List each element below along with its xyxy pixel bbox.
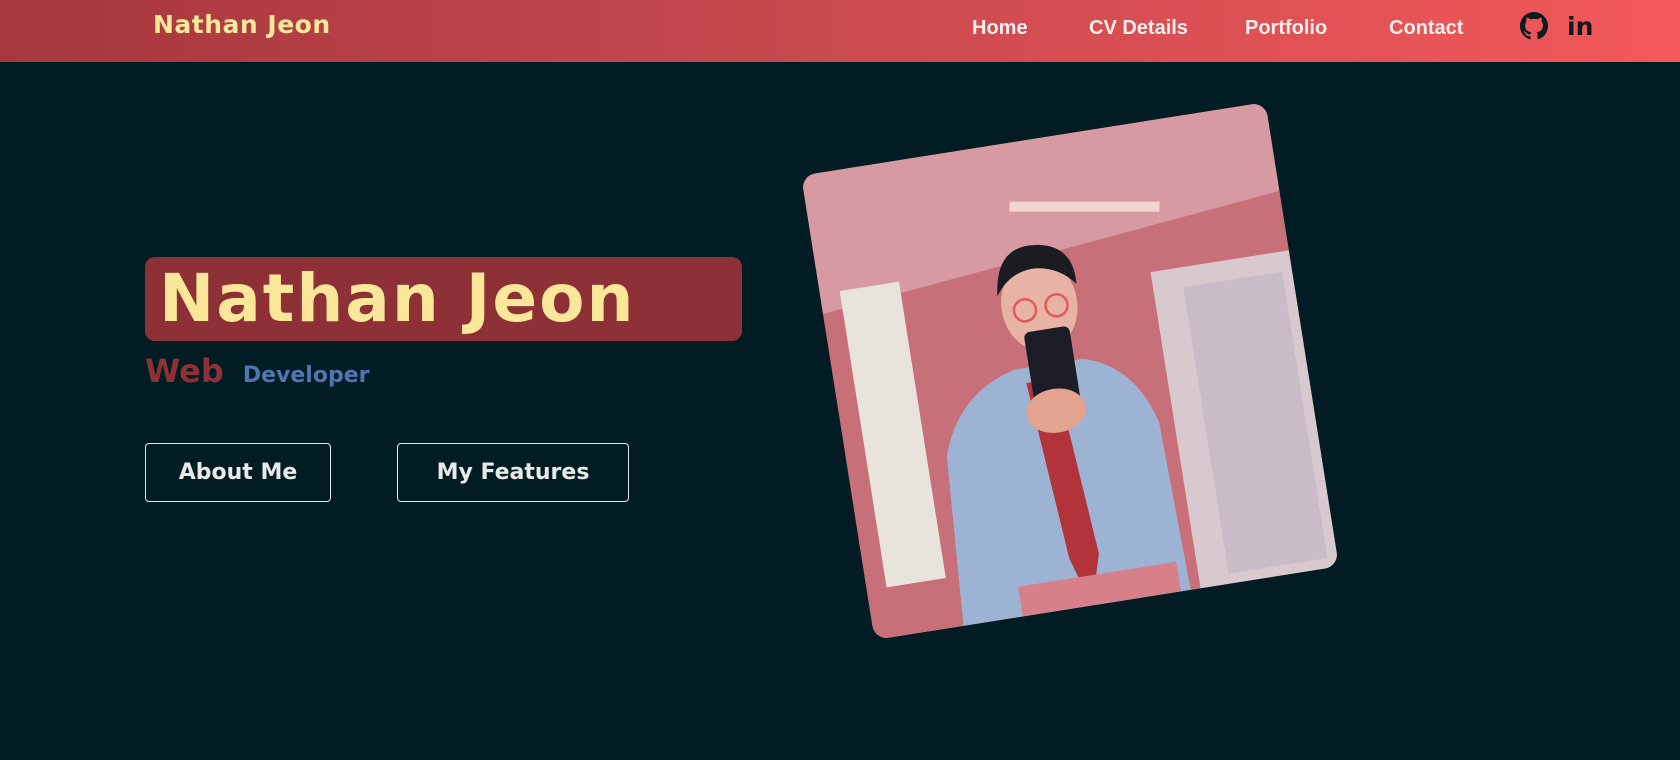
subtitle-web: Web — [145, 352, 224, 390]
github-icon-svg — [1520, 12, 1548, 40]
linkedin-icon-svg: in — [1567, 12, 1593, 40]
hero-subtitle: Web Developer — [145, 352, 369, 390]
nav-link-cv-details[interactable]: CV Details — [1089, 17, 1188, 40]
about-me-button[interactable]: About Me — [145, 443, 331, 502]
nav-link-portfolio[interactable]: Portfolio — [1245, 17, 1327, 40]
hero-title: Nathan Jeon — [159, 260, 636, 337]
nav-link-contact[interactable]: Contact — [1389, 17, 1463, 40]
profile-photo — [801, 102, 1339, 640]
linkedin-icon[interactable]: in — [1566, 12, 1594, 40]
subtitle-developer: Developer — [242, 363, 370, 388]
nav-links: Home CV Details Portfolio Contact — [0, 17, 1680, 47]
profile-photo-illustration — [801, 102, 1339, 640]
github-icon[interactable] — [1520, 12, 1548, 40]
hero-title-box: Nathan Jeon — [145, 257, 742, 341]
photo-ceiling-light — [1009, 201, 1160, 212]
navbar: Nathan Jeon Home CV Details Portfolio Co… — [0, 0, 1680, 62]
linkedin-icon-text: in — [1567, 12, 1593, 40]
nav-link-home[interactable]: Home — [972, 17, 1028, 40]
my-features-button[interactable]: My Features — [397, 443, 629, 502]
